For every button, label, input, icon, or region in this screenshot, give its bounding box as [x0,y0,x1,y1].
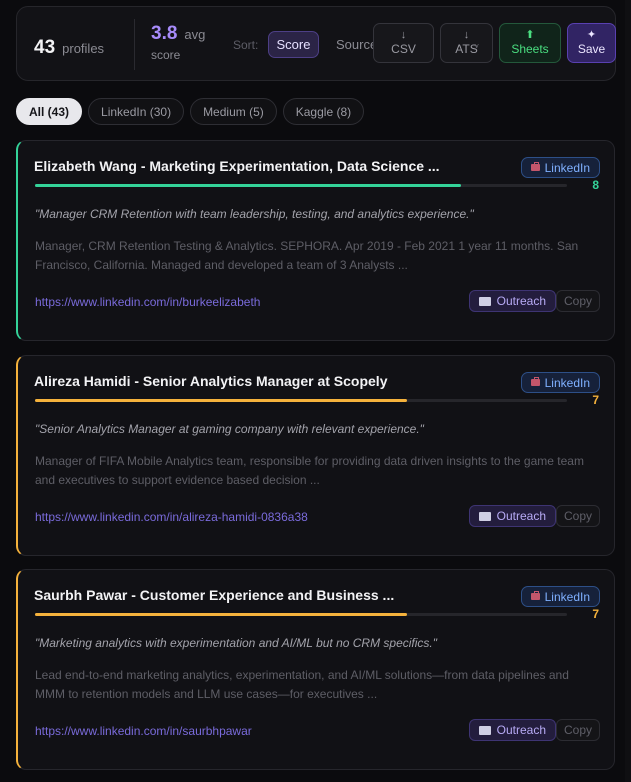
source-badge[interactable]: LinkedIn [520,157,600,178]
profile-summary: "Senior Analytics Manager at gaming comp… [35,422,424,436]
mail-icon [478,511,491,521]
source-badge-label: LinkedIn [544,589,590,604]
mail-icon [478,296,491,306]
score-value: 7 [592,393,599,407]
stats-divider [134,19,135,70]
score-bar [35,399,567,402]
outreach-label: Outreach [496,294,546,308]
profile-title[interactable]: Saurbh Pawar - Customer Experience and B… [34,587,394,603]
briefcase-icon [530,162,540,171]
outreach-button[interactable]: Outreach [468,290,556,312]
score-bar-fill [35,184,461,187]
upload-icon: ⬆ [525,28,535,41]
profile-url-link[interactable]: https://www.linkedin.com/in/saurbhpawar [35,724,252,738]
profile-url-link[interactable]: https://www.linkedin.com/in/alireza-hami… [35,510,308,524]
score-bar-fill [35,399,408,402]
briefcase-icon [530,591,540,600]
profile-count-stat: 43 profiles [34,37,104,59]
profile-snippet: Lead end-to-end marketing analytics, exp… [35,668,569,701]
profile-card: Elizabeth Wang - Marketing Experimentati… [16,140,615,341]
sort-source-option[interactable]: Source [336,37,377,52]
outreach-button[interactable]: Outreach [468,719,556,741]
score-bar [35,613,567,616]
chevron-down-icon: ˅ [474,42,479,51]
profile-snippet: Manager of FIFA Mobile Analytics team, r… [35,454,584,487]
profile-snippet: Manager, CRM Retention Testing & Analyti… [35,239,579,272]
profile-card: Alireza Hamidi - Senior Analytics Manage… [16,355,615,556]
export-sheets-button[interactable]: ⬆ Sheets [499,23,561,63]
avg-score-value: 3.8 [151,23,178,44]
briefcase-icon [530,377,540,386]
filter-chip-linkedin[interactable]: LinkedIn (30) [88,98,185,125]
filter-chip-medium[interactable]: Medium (5) [190,98,277,125]
profile-title[interactable]: Alireza Hamidi - Senior Analytics Manage… [34,373,387,389]
copy-button[interactable]: Copy [556,290,600,312]
score-value: 7 [592,607,599,621]
score-value: 8 [592,178,599,192]
save-label: Save [577,42,606,57]
source-badge[interactable]: LinkedIn [520,586,600,607]
profile-summary: "Manager CRM Retention with team leaders… [35,207,474,221]
source-badge-label: LinkedIn [544,375,590,390]
export-csv-label: CSV [391,42,416,57]
avg-score-sublabel: score [151,48,181,62]
mail-icon [478,725,491,735]
outreach-label: Outreach [496,509,546,523]
export-csv-button[interactable]: ↓ CSV [373,23,434,63]
profile-summary: "Marketing analytics with experimentatio… [35,636,438,650]
scrollbar-track[interactable] [625,0,631,782]
sort-label: Sort: [233,38,259,52]
export-sheets-label: Sheets [511,42,549,57]
profile-title[interactable]: Elizabeth Wang - Marketing Experimentati… [34,158,440,174]
filter-chip-kaggle[interactable]: Kaggle (8) [282,98,365,125]
outreach-label: Outreach [496,723,546,737]
filter-chip-all[interactable]: All (43) [16,98,83,125]
copy-button[interactable]: Copy [556,505,600,527]
save-button[interactable]: ✦ Save [567,23,616,63]
download-icon: ↓ [463,28,470,41]
score-bar [35,184,567,187]
stats-bar: 43 profiles 3.8 avg score Sort: Score Sou… [16,6,616,81]
profile-count-label: profiles [62,41,105,56]
avg-score-stat: 3.8 avg score [151,23,205,62]
profile-card: Saurbh Pawar - Customer Experience and B… [16,569,615,770]
score-bar-fill [35,613,408,616]
profile-count: 43 [34,37,56,58]
source-filter-tabs: All (43) LinkedIn (30) Medium (5) Kaggle… [16,98,365,125]
export-ats-button[interactable]: ↓ ATS ˅ [440,23,493,63]
download-icon: ↓ [400,28,407,41]
copy-button[interactable]: Copy [556,719,600,741]
outreach-button[interactable]: Outreach [468,505,556,527]
source-badge[interactable]: LinkedIn [520,372,600,393]
source-badge-label: LinkedIn [544,160,590,175]
avg-score-label: avg [184,27,206,42]
profile-url-link[interactable]: https://www.linkedin.com/in/burkeelizabe… [35,295,260,309]
sparkle-icon: ✦ [586,28,597,41]
sort-score-button[interactable]: Score [268,31,319,58]
